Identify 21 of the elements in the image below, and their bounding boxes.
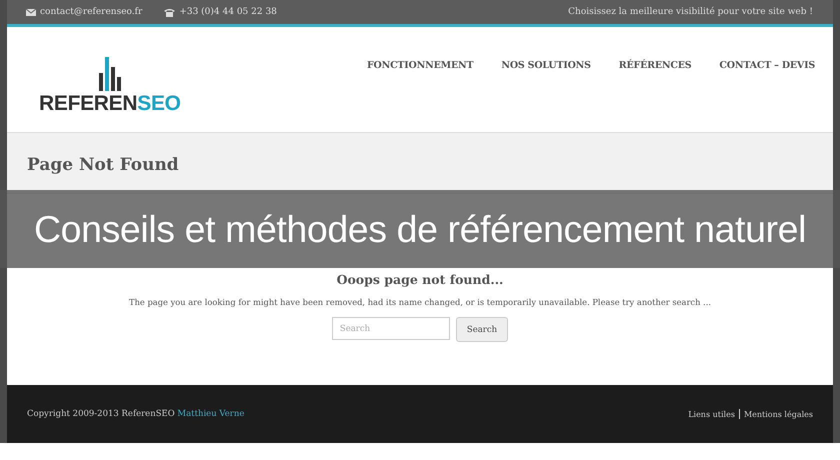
error-heading: Ooops page not found... — [336, 272, 504, 287]
phone-icon — [164, 8, 176, 16]
nav-link[interactable]: RÉFÉRENCES — [618, 60, 692, 71]
tagline: Choisissez la meilleure visibilité pour votre site web ! — [568, 7, 813, 17]
copyright-text: Copyright 2009-2013 ReferenSEO Matthieu Verne — [27, 409, 244, 419]
nav-link[interactable]: FONCTIONNEMENT — [366, 60, 474, 71]
search-button[interactable]: Search — [456, 317, 508, 342]
footer-link[interactable]: Mentions légales — [744, 410, 813, 418]
error-message: The page you are looking for might have been removed, had its name changed, or is temporarily unavailable. Please try another search ... — [129, 297, 711, 307]
search-field[interactable]: Search — [332, 317, 450, 340]
logo-wordmark[interactable]: REFERENSEO — [39, 92, 181, 116]
nav-link[interactable]: CONTACT – DEVIS — [719, 60, 815, 71]
author-link[interactable]: Matthieu Verne — [177, 409, 244, 419]
footer-link[interactable]: Liens utiles — [688, 410, 735, 418]
banner-text: Conseils et méthodes de référencement naturel — [34, 208, 806, 250]
bar-chart-icon — [98, 57, 121, 91]
nav-link[interactable]: NOS SOLUTIONS — [501, 60, 591, 71]
contact-phone: +33 (0)4 44 05 22 38 — [179, 7, 277, 17]
envelope-icon — [26, 8, 36, 16]
page-title: Page Not Found — [27, 155, 180, 175]
contact-email[interactable]: contact@referenseo.fr — [40, 7, 142, 17]
